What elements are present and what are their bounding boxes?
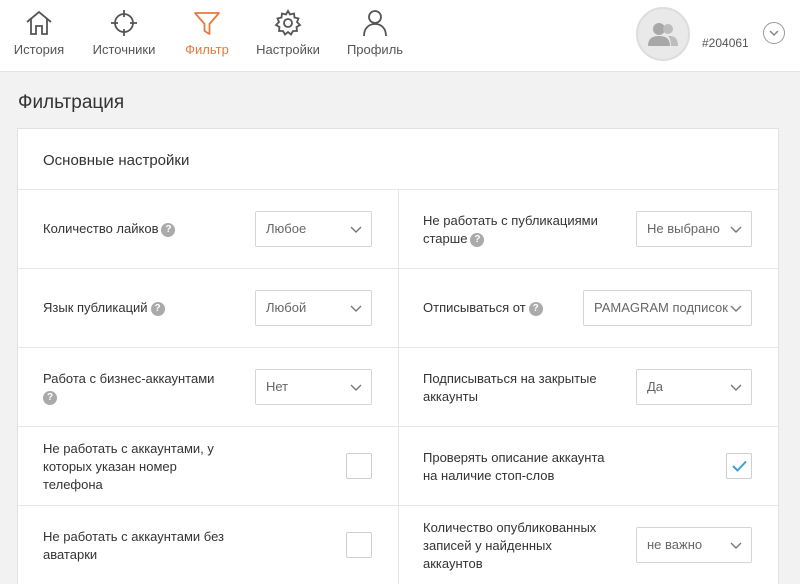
help-icon[interactable]: ? (470, 232, 485, 247)
setting-label: Проверять описание аккаунта на наличие с… (423, 449, 613, 485)
users-icon (648, 23, 678, 46)
nav-label: Источники (92, 42, 156, 57)
setting-label-text: Подписываться на закрытые аккаунты (423, 371, 597, 404)
setting-label-text: Не работать с аккаунтами, у которых указ… (43, 441, 214, 492)
help-icon[interactable]: ? (528, 301, 543, 316)
setting-label-text: Работа с бизнес-аккаунтами (43, 371, 215, 386)
check-stopwords-checkbox[interactable] (726, 453, 752, 479)
setting-label: Количество лайков? (43, 220, 243, 238)
setting-label-text: Количество опубликованных записей у найд… (423, 520, 597, 571)
column-divider (398, 427, 399, 505)
settings-row: Работа с бизнес-аккаунтами ? Нет Подписы… (18, 348, 778, 427)
business-accounts-select[interactable]: Нет (255, 369, 372, 405)
chevron-down-icon (350, 305, 362, 312)
nav-label: История (13, 42, 65, 57)
setting-label: Количество опубликованных записей у найд… (423, 519, 603, 573)
likes-count-select[interactable]: Любое (255, 211, 372, 247)
setting-label-text: Количество лайков (43, 221, 159, 236)
home-icon (26, 10, 52, 35)
chevron-down-icon (730, 542, 742, 549)
settings-row: Язык публикаций? Любой Отписываться от? … (18, 269, 778, 348)
settings-row: Количество лайков? Любое Не работать с п… (18, 190, 778, 269)
crosshair-icon (111, 10, 137, 36)
user-menu-toggle[interactable] (763, 22, 785, 44)
filter-icon (194, 12, 220, 35)
card-title: Основные настройки (43, 152, 190, 169)
nav-item-filter[interactable]: Фильтр (185, 8, 229, 66)
select-value: Любой (266, 300, 307, 315)
unfollow-from-select[interactable]: PAMAGRAM подписок (583, 290, 752, 326)
help-icon[interactable]: ? (150, 301, 165, 316)
setting-label-text: Отписываться от (423, 300, 526, 315)
chevron-down-icon (730, 384, 742, 391)
setting-label: Не работать с аккаунтами без аватарки (43, 528, 233, 564)
setting-label-text: Не работать с аккаунтами без аватарки (43, 529, 224, 562)
help-icon[interactable]: ? (161, 222, 176, 237)
help-icon[interactable]: ? (43, 390, 57, 405)
post-language-select[interactable]: Любой (255, 290, 372, 326)
post-age-select[interactable]: Не выбрано (636, 211, 752, 247)
chevron-down-icon (730, 226, 742, 233)
gear-icon (274, 9, 302, 36)
column-divider (398, 506, 399, 584)
setting-label: Не работать с аккаунтами, у которых указ… (43, 440, 223, 494)
select-value: Любое (266, 221, 307, 236)
nav-item-profile[interactable]: Профиль (347, 8, 403, 66)
settings-card: Основные настройки Количество лайков? Лю… (17, 128, 779, 584)
nav-label: Профиль (346, 42, 404, 57)
column-divider (398, 190, 399, 268)
user-id: #204061 (702, 36, 749, 50)
setting-label-text: Проверять описание аккаунта на наличие с… (423, 450, 605, 483)
checkmark-icon (732, 460, 747, 472)
settings-row: Не работать с аккаунтами, у которых указ… (18, 427, 778, 506)
column-divider (398, 348, 399, 426)
setting-label: Язык публикаций? (43, 299, 243, 317)
chevron-down-icon (730, 305, 742, 312)
setting-label: Отписываться от? (423, 299, 583, 317)
page-title: Фильтрация (18, 92, 125, 113)
select-value: Да (647, 379, 664, 394)
chevron-down-icon (769, 29, 779, 36)
nav-item-history[interactable]: История (14, 8, 64, 66)
setting-label-text: Язык публикаций (43, 300, 148, 315)
card-header: Основные настройки (18, 129, 778, 190)
skip-no-avatar-checkbox[interactable] (346, 532, 372, 558)
nav-label: Фильтр (185, 42, 229, 57)
avatar[interactable] (636, 7, 690, 61)
top-navigation-bar: История Источники Фильтр Настройки Профи… (0, 0, 800, 72)
setting-label: Не работать с публикациями старше? (423, 212, 613, 248)
user-icon (363, 10, 387, 37)
chevron-down-icon (350, 384, 362, 391)
select-value: Не выбрано (647, 221, 720, 236)
nav-label: Настройки (256, 42, 320, 57)
nav-item-sources[interactable]: Источники (92, 8, 156, 66)
settings-row: Не работать с аккаунтами без аватарки Ко… (18, 506, 778, 584)
follow-private-select[interactable]: Да (636, 369, 752, 405)
skip-phone-accounts-checkbox[interactable] (346, 453, 372, 479)
select-value: Нет (266, 379, 289, 394)
posts-count-select[interactable]: не важно (636, 527, 752, 563)
setting-label: Работа с бизнес-аккаунтами ? (43, 370, 228, 406)
column-divider (398, 269, 399, 347)
setting-label: Подписываться на закрытые аккаунты (423, 370, 603, 406)
select-value: PAMAGRAM подписок (594, 300, 728, 315)
setting-label-text: Не работать с публикациями старше (423, 213, 598, 246)
chevron-down-icon (350, 226, 362, 233)
nav-item-settings[interactable]: Настройки (256, 8, 320, 66)
select-value: не важно (647, 537, 703, 552)
